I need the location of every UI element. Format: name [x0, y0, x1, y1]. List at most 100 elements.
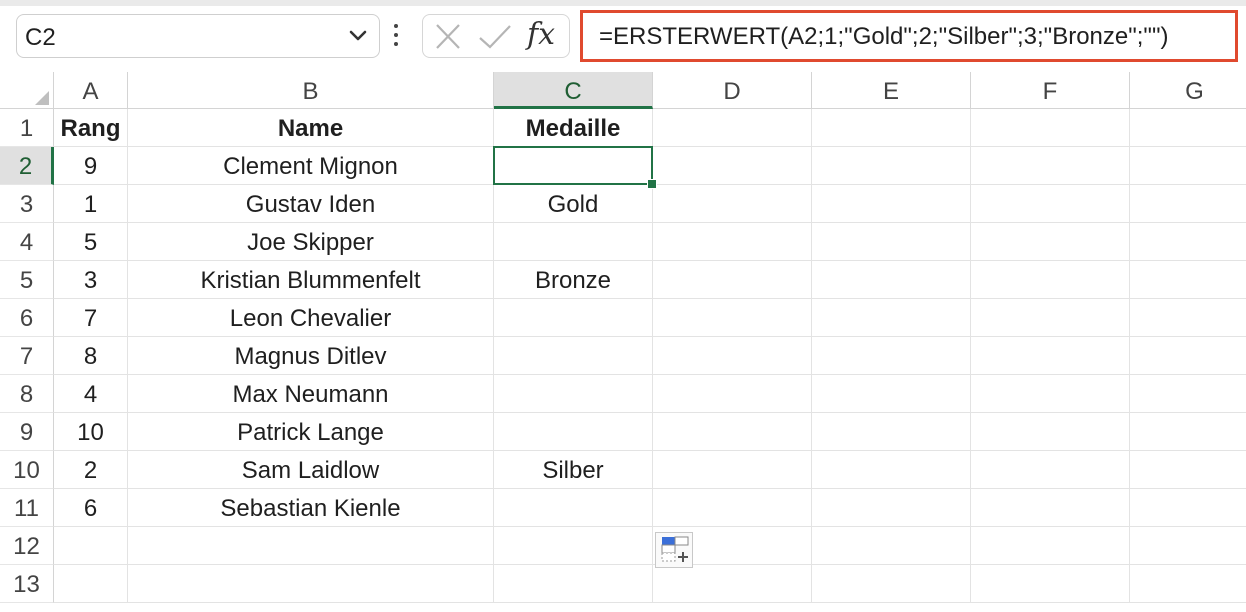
cell-d13[interactable] [653, 565, 812, 603]
cell-a3[interactable]: 1 [54, 185, 128, 223]
cell-d8[interactable] [653, 375, 812, 413]
cell-f12[interactable] [971, 527, 1130, 565]
cell-c11[interactable] [494, 489, 653, 527]
cell-b2[interactable]: Clement Mignon [128, 147, 494, 185]
row-header-6[interactable]: 6 [0, 299, 54, 337]
cell-f9[interactable] [971, 413, 1130, 451]
cell-c10[interactable]: Silber [494, 451, 653, 489]
cell-f8[interactable] [971, 375, 1130, 413]
cell-b3[interactable]: Gustav Iden [128, 185, 494, 223]
cell-b1[interactable]: Name [128, 109, 494, 147]
column-header-c[interactable]: C [494, 72, 653, 109]
cell-f4[interactable] [971, 223, 1130, 261]
cell-a13[interactable] [54, 565, 128, 603]
cell-a2[interactable]: 9 [54, 147, 128, 185]
cell-c12[interactable] [494, 527, 653, 565]
vertical-dots-icon[interactable] [394, 24, 398, 46]
cell-a7[interactable]: 8 [54, 337, 128, 375]
cell-c8[interactable] [494, 375, 653, 413]
cell-g13[interactable] [1130, 565, 1246, 603]
cell-g5[interactable] [1130, 261, 1246, 299]
cell-b9[interactable]: Patrick Lange [128, 413, 494, 451]
cell-e4[interactable] [812, 223, 971, 261]
cell-e8[interactable] [812, 375, 971, 413]
cell-b11[interactable]: Sebastian Kienle [128, 489, 494, 527]
cell-g8[interactable] [1130, 375, 1246, 413]
chevron-down-icon[interactable] [349, 29, 367, 47]
cell-e10[interactable] [812, 451, 971, 489]
cell-a12[interactable] [54, 527, 128, 565]
column-header-g[interactable]: G [1130, 72, 1246, 109]
row-header-3[interactable]: 3 [0, 185, 54, 223]
cell-a5[interactable]: 3 [54, 261, 128, 299]
cell-g2[interactable] [1130, 147, 1246, 185]
cell-c2[interactable] [494, 147, 653, 185]
cell-c9[interactable] [494, 413, 653, 451]
fill-handle[interactable] [647, 179, 657, 189]
column-header-d[interactable]: D [653, 72, 812, 109]
cell-a9[interactable]: 10 [54, 413, 128, 451]
row-header-11[interactable]: 11 [0, 489, 54, 527]
cell-c3[interactable]: Gold [494, 185, 653, 223]
cell-f1[interactable] [971, 109, 1130, 147]
cell-a10[interactable]: 2 [54, 451, 128, 489]
row-header-13[interactable]: 13 [0, 565, 54, 603]
cell-d4[interactable] [653, 223, 812, 261]
cell-g4[interactable] [1130, 223, 1246, 261]
cell-f11[interactable] [971, 489, 1130, 527]
cell-d7[interactable] [653, 337, 812, 375]
cell-f13[interactable] [971, 565, 1130, 603]
row-header-8[interactable]: 8 [0, 375, 54, 413]
cell-c4[interactable] [494, 223, 653, 261]
cell-b8[interactable]: Max Neumann [128, 375, 494, 413]
cell-b6[interactable]: Leon Chevalier [128, 299, 494, 337]
cell-b10[interactable]: Sam Laidlow [128, 451, 494, 489]
cell-e5[interactable] [812, 261, 971, 299]
column-header-b[interactable]: B [128, 72, 494, 109]
cell-e11[interactable] [812, 489, 971, 527]
cell-a4[interactable]: 5 [54, 223, 128, 261]
cell-f2[interactable] [971, 147, 1130, 185]
column-header-f[interactable]: F [971, 72, 1130, 109]
cell-a8[interactable]: 4 [54, 375, 128, 413]
cancel-x-icon[interactable] [431, 21, 465, 53]
row-header-1[interactable]: 1 [0, 109, 54, 147]
cell-e13[interactable] [812, 565, 971, 603]
cell-f6[interactable] [971, 299, 1130, 337]
cell-c5[interactable]: Bronze [494, 261, 653, 299]
cell-e7[interactable] [812, 337, 971, 375]
cell-g9[interactable] [1130, 413, 1246, 451]
cell-b12[interactable] [128, 527, 494, 565]
cell-d11[interactable] [653, 489, 812, 527]
quick-analysis-icon[interactable] [655, 532, 693, 568]
cell-b5[interactable]: Kristian Blummenfelt [128, 261, 494, 299]
cell-g11[interactable] [1130, 489, 1246, 527]
cell-e6[interactable] [812, 299, 971, 337]
column-header-e[interactable]: E [812, 72, 971, 109]
cell-e12[interactable] [812, 527, 971, 565]
cell-f10[interactable] [971, 451, 1130, 489]
cell-f7[interactable] [971, 337, 1130, 375]
column-header-a[interactable]: A [54, 72, 128, 109]
cell-g3[interactable] [1130, 185, 1246, 223]
cell-b7[interactable]: Magnus Ditlev [128, 337, 494, 375]
row-header-4[interactable]: 4 [0, 223, 54, 261]
cell-g7[interactable] [1130, 337, 1246, 375]
cell-d3[interactable] [653, 185, 812, 223]
insert-function-button[interactable]: fx [527, 17, 555, 52]
cell-e3[interactable] [812, 185, 971, 223]
row-header-12[interactable]: 12 [0, 527, 54, 565]
cell-b13[interactable] [128, 565, 494, 603]
cell-b4[interactable]: Joe Skipper [128, 223, 494, 261]
cell-d9[interactable] [653, 413, 812, 451]
cell-c1[interactable]: Medaille [494, 109, 653, 147]
cell-g1[interactable] [1130, 109, 1246, 147]
cell-f5[interactable] [971, 261, 1130, 299]
cell-g6[interactable] [1130, 299, 1246, 337]
cell-a1[interactable]: Rang [54, 109, 128, 147]
check-icon[interactable] [477, 21, 511, 53]
cell-c6[interactable] [494, 299, 653, 337]
cell-f3[interactable] [971, 185, 1130, 223]
cell-a11[interactable]: 6 [54, 489, 128, 527]
cell-g12[interactable] [1130, 527, 1246, 565]
